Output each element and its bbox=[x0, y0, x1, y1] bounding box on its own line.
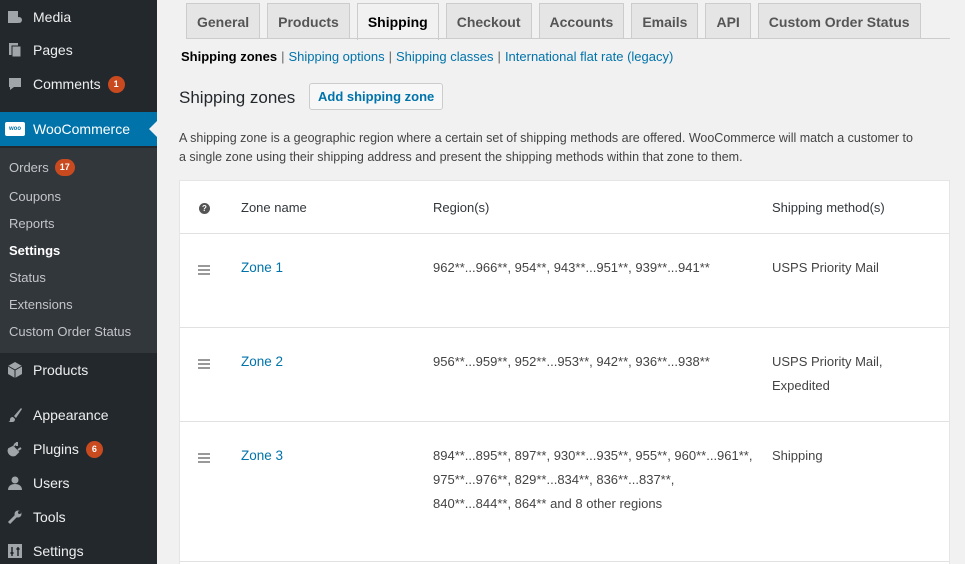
menu-item-users[interactable]: Users bbox=[0, 466, 157, 500]
appearance-icon bbox=[5, 405, 25, 425]
menu-item-pages[interactable]: Pages bbox=[0, 33, 157, 67]
menu-label: Pages bbox=[33, 42, 73, 58]
zone-shipping-methods: USPS Priority Mail bbox=[772, 260, 879, 275]
tab-accounts[interactable]: Accounts bbox=[538, 3, 625, 39]
menu-item-media[interactable]: Media bbox=[0, 0, 157, 34]
page-title: Shipping zones bbox=[179, 88, 296, 107]
menu-item-woocommerce[interactable]: woo WooCommerce bbox=[0, 112, 157, 146]
woocommerce-submenu: Orders 17 Coupons Reports Settings Statu… bbox=[0, 148, 157, 353]
submenu-label: Orders bbox=[9, 160, 49, 175]
menu-item-tools[interactable]: Tools bbox=[0, 500, 157, 534]
orders-count-badge: 17 bbox=[54, 159, 75, 176]
zones-description: A shipping zone is a geographic region w… bbox=[179, 131, 913, 164]
menu-item-settings[interactable]: Settings bbox=[0, 534, 157, 564]
shipping-subnav: Shipping zones | Shipping options | Ship… bbox=[181, 49, 673, 64]
table-header: ? Zone name Region(s) Shipping method(s) bbox=[180, 181, 949, 234]
plugins-count-badge: 6 bbox=[85, 440, 103, 458]
settings-icon bbox=[5, 541, 25, 561]
drag-handle-icon[interactable] bbox=[198, 265, 210, 277]
woocommerce-icon: woo bbox=[5, 119, 25, 139]
zone-shipping-methods: Shipping bbox=[772, 448, 823, 463]
menu-label: WooCommerce bbox=[33, 121, 130, 137]
comments-count-badge: 1 bbox=[107, 75, 125, 93]
media-icon bbox=[5, 7, 25, 27]
menu-item-comments[interactable]: Comments 1 bbox=[0, 67, 157, 101]
add-shipping-zone-button[interactable]: Add shipping zone bbox=[309, 83, 444, 110]
tab-shipping[interactable]: Shipping bbox=[356, 3, 439, 40]
plugins-icon bbox=[5, 439, 25, 459]
submenu-item-extensions[interactable]: Extensions bbox=[9, 297, 73, 312]
table-row: Zone 3 894**...895**, 897**, 930**...935… bbox=[180, 422, 949, 562]
subnav-shipping-classes[interactable]: Shipping classes bbox=[396, 49, 494, 64]
menu-item-plugins[interactable]: Plugins 6 bbox=[0, 432, 157, 466]
column-header-shipping-methods: Shipping method(s) bbox=[772, 200, 885, 215]
subnav-separator: | bbox=[497, 49, 501, 64]
tab-api[interactable]: API bbox=[705, 3, 751, 39]
submenu-item-status[interactable]: Status bbox=[9, 270, 46, 285]
subnav-shipping-zones[interactable]: Shipping zones bbox=[181, 49, 277, 64]
table-row: Zone 2 956**...959**, 952**...953**, 942… bbox=[180, 328, 949, 422]
zone-regions: 956**...959**, 952**...953**, 942**, 936… bbox=[433, 354, 710, 369]
menu-label: Appearance bbox=[33, 407, 109, 423]
menu-label: Tools bbox=[33, 509, 66, 525]
comments-icon bbox=[5, 74, 25, 94]
admin-sidebar: Media Pages Comments 1 woo WooCommerce O… bbox=[0, 0, 157, 564]
zone-name-link[interactable]: Zone 3 bbox=[241, 448, 283, 463]
zone-name-link[interactable]: Zone 2 bbox=[241, 354, 283, 369]
drag-handle-icon[interactable] bbox=[198, 359, 210, 371]
submenu-item-custom-order-status[interactable]: Custom Order Status bbox=[9, 324, 131, 339]
menu-label: Users bbox=[33, 475, 70, 491]
submenu-item-reports[interactable]: Reports bbox=[9, 216, 55, 231]
main-content: General Products Shipping Checkout Accou… bbox=[157, 0, 965, 564]
current-menu-arrow bbox=[149, 121, 157, 137]
menu-item-appearance[interactable]: Appearance bbox=[0, 398, 157, 432]
menu-label: Settings bbox=[33, 543, 84, 559]
menu-item-products[interactable]: Products bbox=[0, 353, 157, 387]
submenu-item-orders[interactable]: Orders 17 bbox=[9, 159, 75, 176]
table-row: Zone 1 962**...966**, 954**, 943**...951… bbox=[180, 234, 949, 328]
zone-regions: 894**...895**, 897**, 930**...935**, 955… bbox=[433, 448, 753, 511]
tab-general[interactable]: General bbox=[186, 3, 261, 39]
tab-products[interactable]: Products bbox=[267, 3, 350, 39]
tab-emails[interactable]: Emails bbox=[631, 3, 699, 39]
tabs-divider bbox=[186, 38, 950, 39]
menu-label: Products bbox=[33, 362, 89, 378]
menu-label: Plugins bbox=[33, 441, 79, 457]
column-header-regions: Region(s) bbox=[433, 200, 490, 215]
subnav-separator: | bbox=[388, 49, 392, 64]
pages-icon bbox=[5, 40, 25, 60]
help-icon[interactable]: ? bbox=[199, 203, 210, 214]
tab-custom-order-status[interactable]: Custom Order Status bbox=[757, 3, 921, 39]
drag-handle-icon[interactable] bbox=[198, 453, 210, 465]
zone-shipping-methods: USPS Priority Mail, Expedited bbox=[772, 354, 883, 393]
subnav-separator: | bbox=[281, 49, 285, 64]
zone-name-link[interactable]: Zone 1 bbox=[241, 260, 283, 275]
tab-checkout[interactable]: Checkout bbox=[445, 3, 532, 39]
settings-tabs: General Products Shipping Checkout Accou… bbox=[186, 3, 928, 40]
column-header-zone-name: Zone name bbox=[241, 200, 307, 215]
submenu-item-settings[interactable]: Settings bbox=[9, 243, 60, 258]
menu-label: Comments bbox=[33, 76, 101, 92]
menu-label: Media bbox=[33, 9, 72, 25]
tools-icon bbox=[5, 507, 25, 527]
subnav-shipping-options[interactable]: Shipping options bbox=[288, 49, 384, 64]
subnav-international-flat-rate[interactable]: International flat rate (legacy) bbox=[505, 49, 673, 64]
users-icon bbox=[5, 473, 25, 493]
shipping-zones-table: ? Zone name Region(s) Shipping method(s)… bbox=[179, 180, 950, 564]
products-icon bbox=[5, 360, 25, 380]
zone-regions: 962**...966**, 954**, 943**...951**, 939… bbox=[433, 260, 710, 275]
submenu-item-coupons[interactable]: Coupons bbox=[9, 189, 61, 204]
